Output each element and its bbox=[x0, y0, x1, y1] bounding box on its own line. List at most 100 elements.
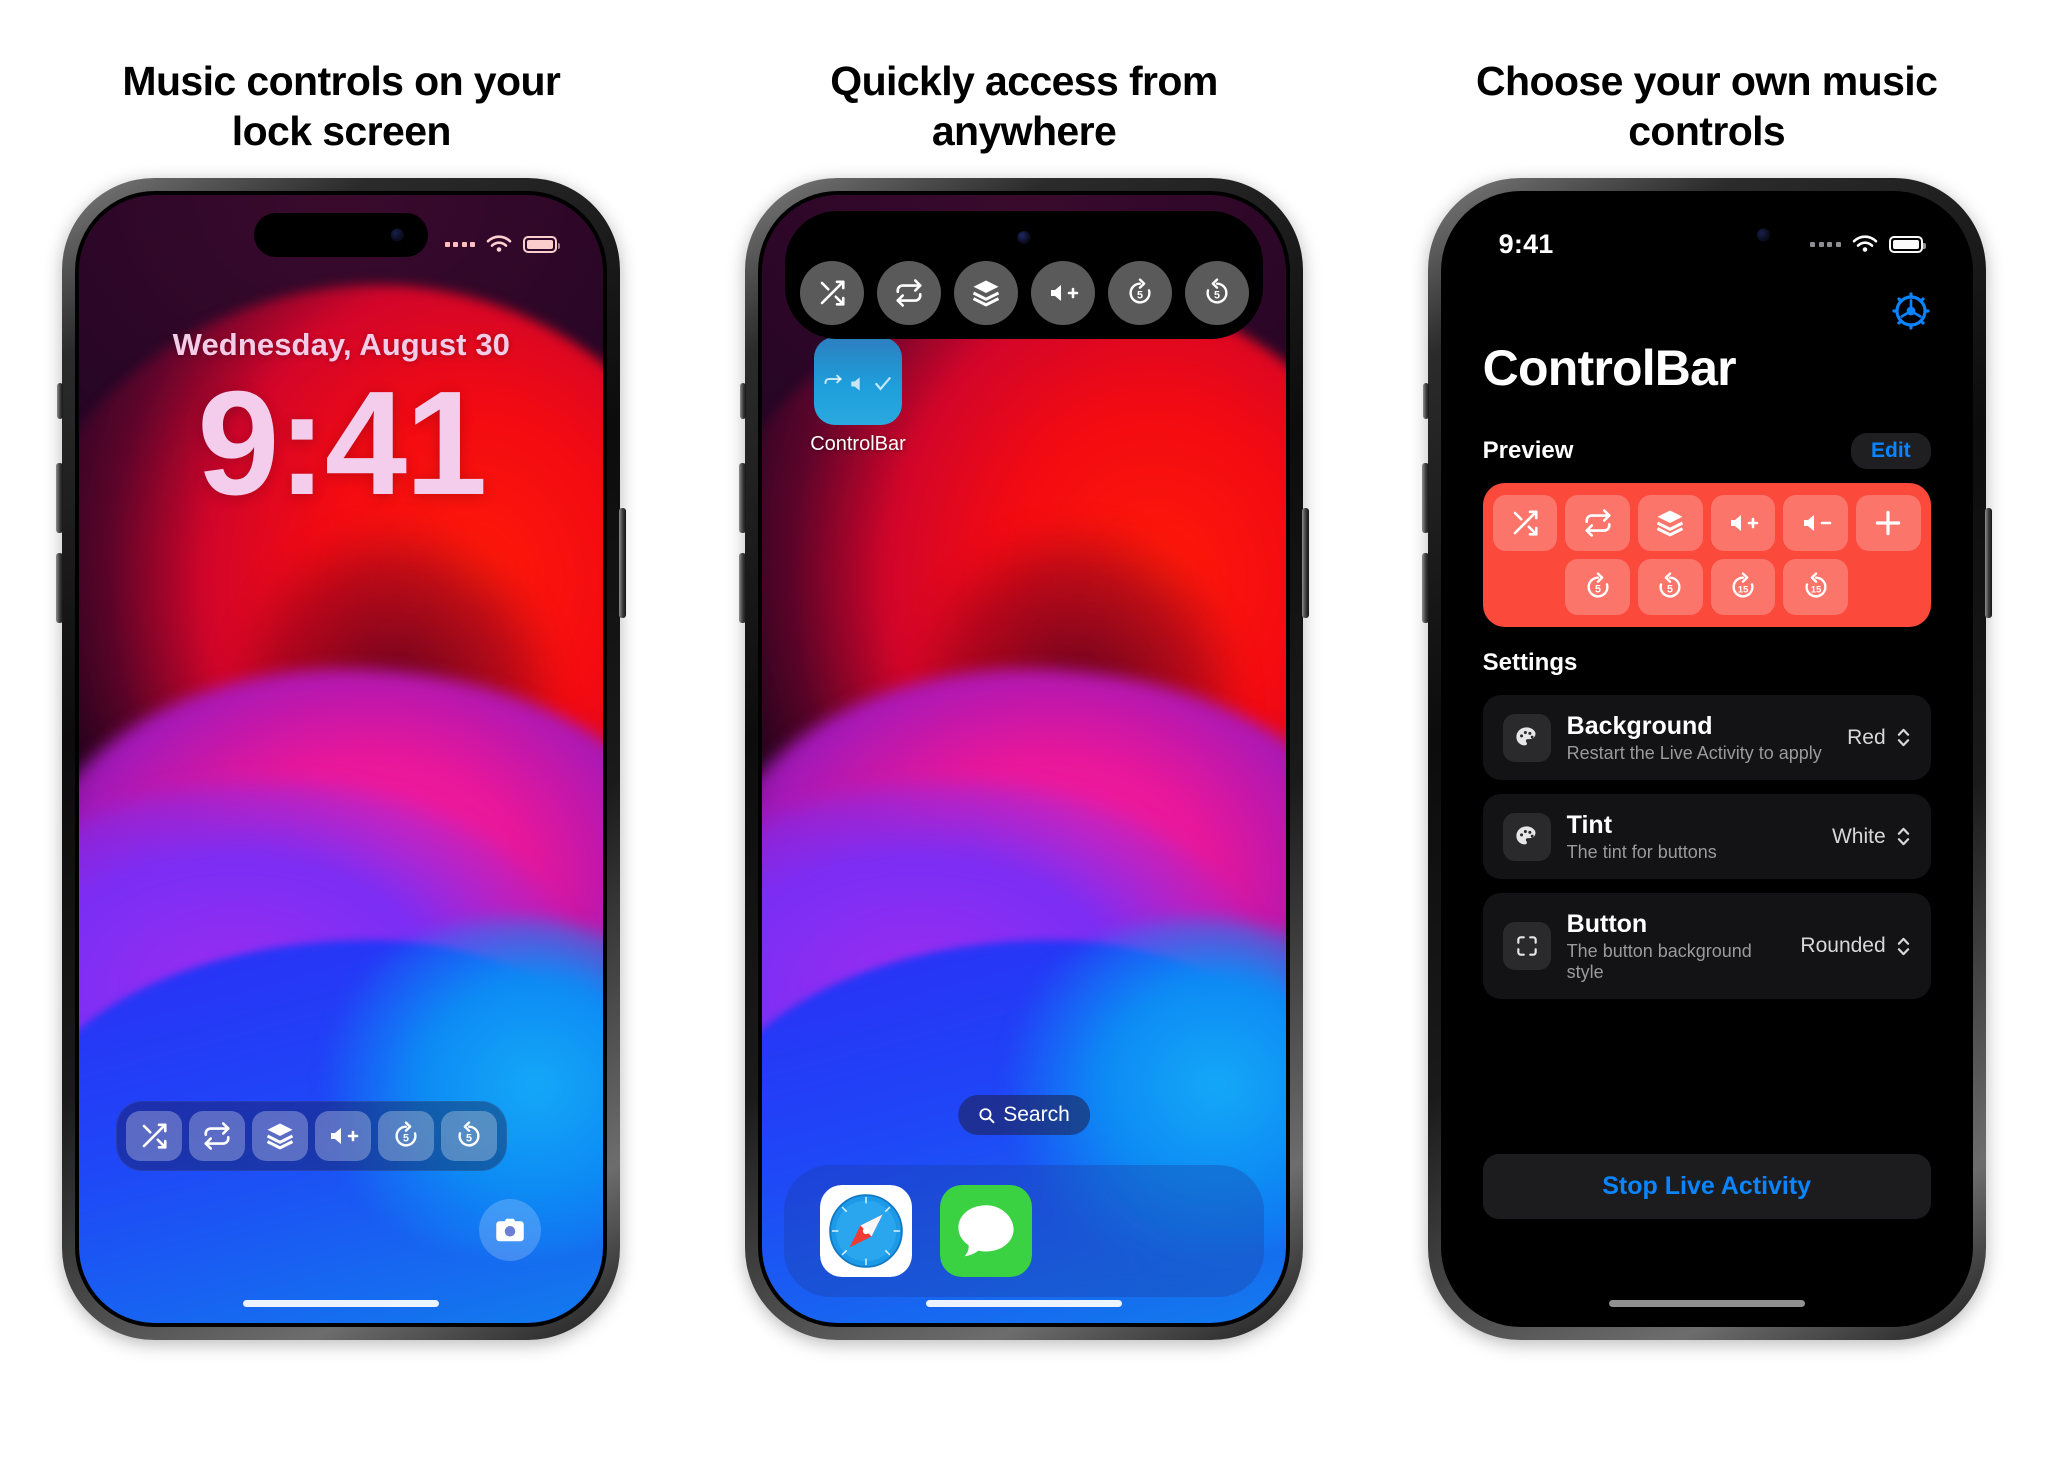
setting-value: Rounded bbox=[1800, 934, 1886, 958]
status-bar-time: 9:41 bbox=[1498, 228, 1554, 259]
svg-text:5: 5 bbox=[1137, 290, 1143, 302]
wifi-icon bbox=[1852, 234, 1878, 254]
phone-col-3: 9:41 ControlBar Preview Edit 5 5 15 15 S… bbox=[1365, 178, 2048, 1341]
layers-icon[interactable] bbox=[953, 261, 1018, 326]
setting-row-button[interactable]: Button The button background style Round… bbox=[1482, 893, 1931, 1000]
heading-2: Quickly access from anywhere bbox=[830, 58, 1218, 155]
forward-5-icon[interactable]: 5 bbox=[378, 1111, 435, 1162]
status-bar-1: 9:41 bbox=[79, 195, 603, 273]
search-icon bbox=[979, 1107, 995, 1123]
forward-5-icon[interactable]: 5 bbox=[1565, 559, 1631, 616]
backward-5-icon[interactable]: 5 bbox=[441, 1111, 498, 1162]
heading-col-3: Choose your own music controls bbox=[1365, 56, 2048, 156]
home-indicator[interactable] bbox=[926, 1300, 1122, 1308]
chevron-updown-icon bbox=[1897, 827, 1909, 846]
setting-value-control[interactable]: Red bbox=[1847, 726, 1911, 750]
dynamic-island-expanded[interactable]: 5 5 bbox=[785, 211, 1263, 340]
power-button[interactable] bbox=[619, 508, 627, 619]
setting-value-control[interactable]: White bbox=[1832, 825, 1911, 849]
setting-subtitle: The tint for buttons bbox=[1566, 842, 1717, 863]
volume-up-button[interactable] bbox=[1421, 463, 1429, 534]
chevron-updown-icon bbox=[1897, 728, 1909, 747]
volume-down-icon[interactable] bbox=[1783, 495, 1849, 552]
setting-text: Background Restart the Live Activity to … bbox=[1567, 711, 1831, 764]
safari-icon[interactable] bbox=[820, 1185, 912, 1278]
setting-title: Tint bbox=[1566, 811, 1613, 840]
mute-switch[interactable] bbox=[57, 383, 64, 420]
volume-down-button[interactable] bbox=[56, 553, 64, 624]
home-indicator[interactable] bbox=[243, 1300, 440, 1308]
volume-down-button[interactable] bbox=[1421, 553, 1429, 624]
battery-icon bbox=[1888, 235, 1926, 253]
volume-up-button[interactable] bbox=[739, 463, 746, 534]
preview-section-header: Preview Edit bbox=[1483, 433, 1931, 470]
repeat-icon[interactable] bbox=[1565, 495, 1631, 552]
search-label: Search bbox=[1003, 1103, 1070, 1127]
status-bar-3: 9:41 bbox=[1445, 195, 1969, 273]
layers-icon[interactable] bbox=[1638, 495, 1703, 552]
settings-list: Background Restart the Live Activity to … bbox=[1482, 695, 1931, 1013]
headings-row: Music controls on your lock screen Quick… bbox=[0, 0, 2048, 156]
volume-up-icon[interactable] bbox=[1710, 495, 1776, 552]
svg-text:15: 15 bbox=[1810, 584, 1821, 595]
mute-switch[interactable] bbox=[740, 383, 746, 420]
volume-up-icon[interactable] bbox=[315, 1111, 372, 1162]
lock-control-bar-widget[interactable]: 5 5 bbox=[116, 1101, 508, 1172]
app-icon-controlbar[interactable]: ControlBar bbox=[800, 337, 916, 456]
search-pill[interactable]: Search bbox=[958, 1095, 1090, 1136]
preview-row-2: 5 5 15 15 bbox=[1493, 559, 1921, 616]
phones-row: 9:41 bbox=[0, 178, 2048, 1341]
repeat-icon[interactable] bbox=[876, 261, 941, 326]
edit-button[interactable]: Edit bbox=[1851, 433, 1931, 470]
setting-title: Background bbox=[1566, 712, 1713, 741]
stop-live-activity-button[interactable]: Stop Live Activity bbox=[1482, 1154, 1931, 1220]
volume-down-button[interactable] bbox=[739, 553, 746, 624]
phone-bezel: 9:41 bbox=[75, 191, 608, 1328]
setting-row-tint[interactable]: Tint The tint for buttons White bbox=[1482, 794, 1931, 880]
layers-icon[interactable] bbox=[252, 1111, 309, 1162]
signal-dots-icon bbox=[1810, 241, 1841, 247]
phone-bezel: 9:41 bbox=[1440, 191, 1973, 1328]
camera-button[interactable] bbox=[479, 1199, 542, 1262]
screen-home: 5 5 ControlBar Search bbox=[762, 195, 1286, 1324]
live-activity-controls: 5 5 bbox=[799, 261, 1249, 326]
shuffle-icon[interactable] bbox=[799, 261, 864, 326]
backward-5-icon[interactable]: 5 bbox=[1184, 261, 1249, 326]
forward-5-icon[interactable]: 5 bbox=[1107, 261, 1172, 326]
palette-icon bbox=[1502, 812, 1551, 861]
gear-icon[interactable] bbox=[1891, 291, 1931, 331]
preview-row-1 bbox=[1492, 495, 1921, 552]
chevron-updown-icon bbox=[1897, 937, 1909, 955]
promo-screenshot-page: Music controls on your lock screen Quick… bbox=[0, 0, 2048, 1477]
repeat-icon[interactable] bbox=[189, 1111, 246, 1162]
preview-card: 5 5 15 15 bbox=[1482, 483, 1931, 628]
mute-switch[interactable] bbox=[1422, 383, 1429, 420]
heading-col-1: Music controls on your lock screen bbox=[0, 56, 683, 156]
volume-up-button[interactable] bbox=[56, 463, 64, 534]
setting-value-control[interactable]: Rounded bbox=[1800, 934, 1910, 958]
setting-value: Red bbox=[1847, 725, 1886, 749]
backward-5-icon[interactable]: 5 bbox=[1638, 559, 1703, 616]
setting-row-background[interactable]: Background Restart the Live Activity to … bbox=[1482, 695, 1931, 781]
app-icon-label: ControlBar bbox=[810, 433, 906, 456]
plus-icon[interactable] bbox=[1856, 495, 1921, 552]
shuffle-icon[interactable] bbox=[126, 1111, 183, 1162]
dock bbox=[784, 1165, 1264, 1298]
settings-label: Settings bbox=[1482, 649, 1578, 677]
power-button[interactable] bbox=[1984, 508, 1992, 619]
backward-15-icon[interactable]: 15 bbox=[1783, 559, 1849, 616]
setting-subtitle: The button background style bbox=[1566, 941, 1752, 983]
forward-15-icon[interactable]: 15 bbox=[1710, 559, 1776, 616]
phone-col-2: 5 5 ControlBar Search bbox=[683, 178, 1366, 1341]
messages-icon[interactable] bbox=[940, 1185, 1032, 1278]
settings-section-header: Settings bbox=[1483, 649, 1931, 677]
battery-icon bbox=[523, 235, 561, 253]
home-indicator[interactable] bbox=[1608, 1300, 1805, 1308]
shuffle-icon[interactable] bbox=[1492, 495, 1558, 552]
svg-text:5: 5 bbox=[1595, 584, 1601, 596]
setting-text: Tint The tint for buttons bbox=[1567, 810, 1816, 863]
volume-up-icon[interactable] bbox=[1030, 261, 1095, 326]
power-button[interactable] bbox=[1302, 508, 1309, 619]
preview-slot-empty bbox=[1856, 559, 1921, 615]
setting-subtitle: Restart the Live Activity to apply bbox=[1566, 743, 1822, 764]
